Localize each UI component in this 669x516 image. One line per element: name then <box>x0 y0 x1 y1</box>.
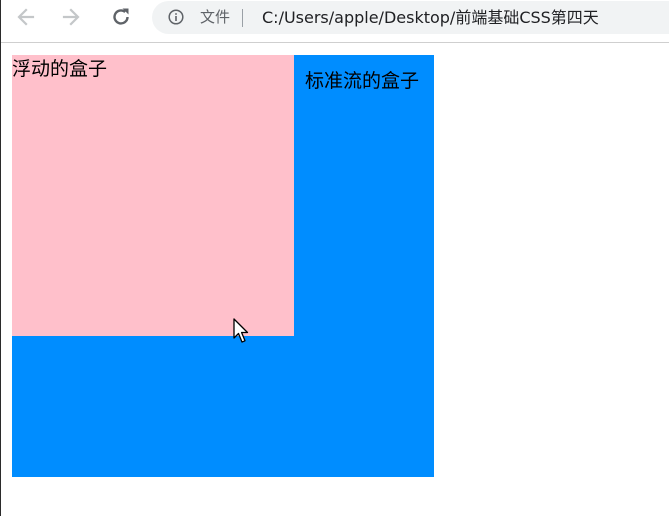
mouse-pointer-icon <box>233 318 249 343</box>
reload-icon <box>113 8 129 25</box>
security-label[interactable]: 文件 <box>200 8 230 27</box>
address-bar[interactable]: 文件 C:/Users/apple/Desktop/前端基础CSS第四天 <box>152 1 669 34</box>
page-viewport: 标准流的盒子 浮动的盒子 <box>1 43 669 516</box>
url-text[interactable]: C:/Users/apple/Desktop/前端基础CSS第四天 <box>262 8 669 27</box>
browser-toolbar: 文件 C:/Users/apple/Desktop/前端基础CSS第四天 <box>1 0 669 37</box>
reload-button[interactable] <box>108 4 134 30</box>
floating-box: 浮动的盒子 <box>12 55 294 336</box>
floating-box-label: 浮动的盒子 <box>12 58 108 80</box>
address-separator <box>242 9 243 27</box>
info-icon[interactable] <box>168 9 184 25</box>
browser-window: 文件 C:/Users/apple/Desktop/前端基础CSS第四天 标准流… <box>0 0 669 516</box>
arrow-left-icon <box>17 8 35 26</box>
standard-flow-box-label: 标准流的盒子 <box>305 70 420 92</box>
back-button[interactable] <box>13 4 39 30</box>
arrow-right-icon <box>62 8 80 26</box>
forward-button[interactable] <box>58 4 84 30</box>
